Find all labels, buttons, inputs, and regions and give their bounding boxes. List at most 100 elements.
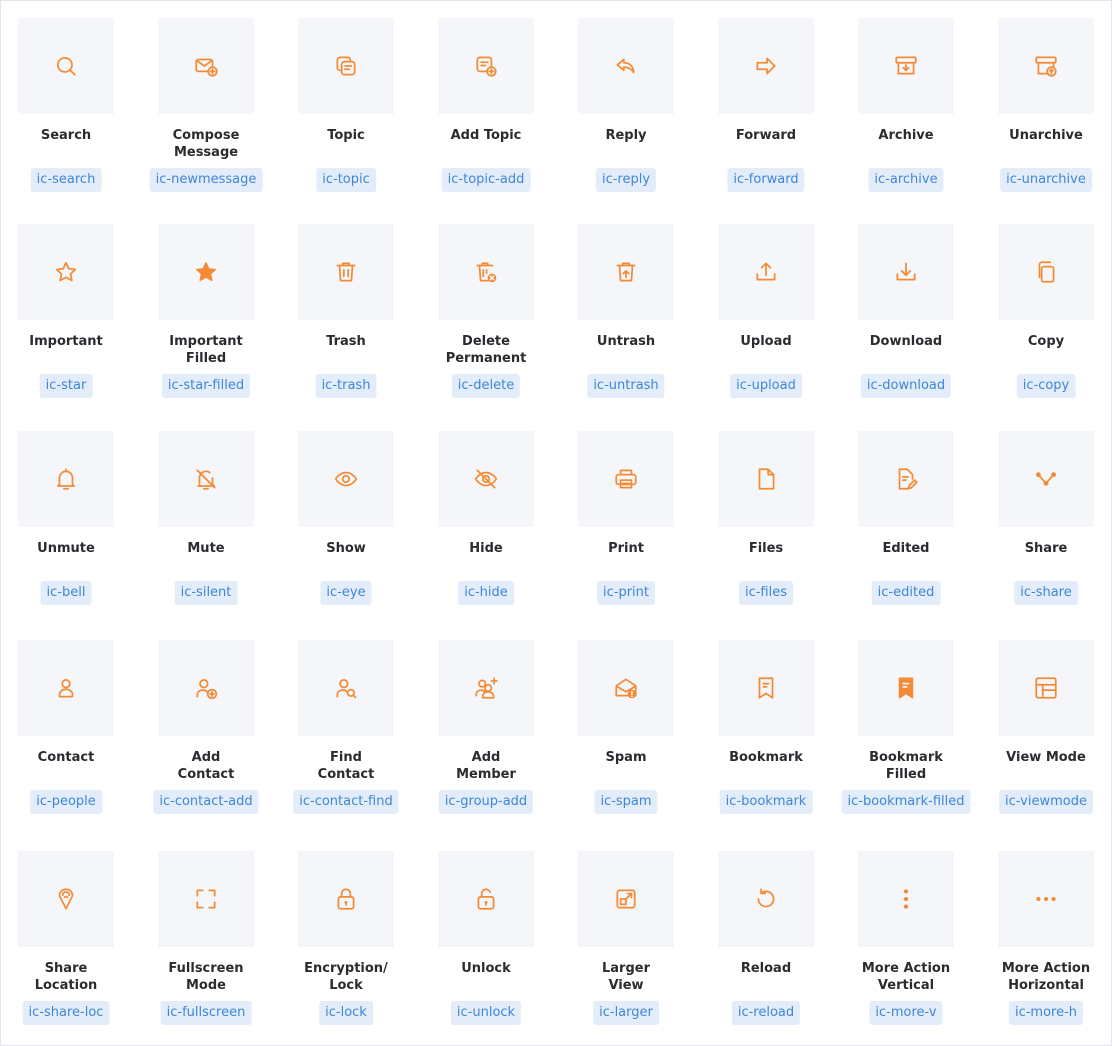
trash-icon [336, 262, 356, 282]
icon-code-tag: ic-archive [868, 168, 944, 192]
icon-label: Print [608, 541, 644, 556]
icon-tile [438, 851, 534, 947]
forward-icon [756, 57, 776, 75]
share-icon [1036, 472, 1056, 486]
icon-tile [18, 431, 114, 527]
icon-tile [578, 224, 674, 320]
icon-label: Upload [740, 334, 792, 349]
fullscreen-icon [196, 889, 216, 909]
icon-tile [298, 18, 394, 114]
icon-label: Edited [882, 541, 930, 556]
icon-tile [438, 224, 534, 320]
icon-tile [18, 224, 114, 320]
icon-label: Contact [37, 750, 95, 765]
icon-label: Unlock [461, 961, 511, 976]
icon-code-tag: ic-share-loc [22, 1001, 110, 1025]
location-icon [58, 888, 74, 910]
bell-icon [57, 468, 75, 490]
icon-code-tag: ic-topic-add [441, 168, 531, 192]
icon-tile [158, 640, 254, 736]
more-vertical-icon [903, 889, 909, 909]
icon-tile [858, 851, 954, 947]
icon-code-tag: ic-contact-find [293, 790, 399, 814]
more-horizontal-icon [1036, 896, 1056, 902]
icon-label: Reply [605, 128, 647, 143]
group-add-icon [475, 677, 498, 699]
icon-label: Unarchive [1009, 128, 1083, 143]
icon-label: Reload [740, 961, 792, 976]
lock-icon [337, 888, 355, 910]
larger-icon [616, 889, 636, 909]
icon-tile [858, 640, 954, 736]
icon-tile [18, 851, 114, 947]
icon-code-tag: ic-trash [315, 374, 377, 398]
icon-label: Bookmark [729, 750, 803, 765]
icon-tile [298, 851, 394, 947]
icon-code-tag: ic-upload [730, 374, 802, 398]
icon-code-tag: ic-delete [451, 374, 521, 398]
icon-tile [18, 640, 114, 736]
icon-tile [998, 851, 1094, 947]
viewmode-icon [1035, 677, 1057, 699]
icon-tile [298, 224, 394, 320]
reload-icon [757, 888, 775, 908]
icon-code-tag: ic-topic [316, 168, 376, 192]
icon-tile [718, 640, 814, 736]
icon-tile [158, 224, 254, 320]
icon-tile [298, 431, 394, 527]
icon-code-tag: ic-contact-add [153, 790, 259, 814]
icon-label: Forward [735, 128, 797, 143]
unlock-icon [477, 888, 495, 910]
icon-code-tag: ic-files [738, 581, 794, 605]
icon-code-tag: ic-more-v [869, 1001, 943, 1025]
icon-code-tag: ic-unlock [450, 1001, 522, 1025]
icon-code-tag: ic-forward [727, 168, 805, 192]
icon-code-tag: ic-share [1014, 581, 1078, 605]
icon-label: Download [869, 334, 943, 349]
icon-label: More Action Vertical [861, 961, 951, 993]
icon-code-tag: ic-people [30, 790, 102, 814]
icon-tile [998, 18, 1094, 114]
icon-tile [718, 851, 814, 947]
icon-code-tag: ic-star-filled [161, 374, 251, 398]
icon-code-tag: ic-lock [319, 1001, 373, 1025]
copy-icon [1038, 261, 1055, 283]
download-icon [896, 262, 916, 281]
icon-label: Untrash [596, 334, 656, 349]
icon-label: Show [326, 541, 366, 556]
icon-code-tag: ic-untrash [587, 374, 665, 398]
icon-tile [718, 224, 814, 320]
icon-label: Larger View [601, 961, 650, 993]
print-icon [615, 469, 637, 489]
delete-icon [476, 262, 497, 283]
icon-label: Add Contact [177, 750, 235, 782]
icon-label: Find Contact [317, 750, 375, 782]
icon-tile [998, 640, 1094, 736]
icon-tile [578, 851, 674, 947]
icon-tile [18, 18, 114, 114]
bell-off-icon [196, 469, 216, 490]
icon-code-tag: ic-silent [174, 581, 238, 605]
icon-code-tag: ic-bookmark-filled [841, 790, 971, 814]
icon-tile [578, 640, 674, 736]
unarchive-icon [1035, 56, 1057, 77]
icon-code-tag: ic-print [597, 581, 655, 605]
icon-code-tag: ic-viewmode [999, 790, 1093, 814]
bookmark-icon [758, 677, 774, 699]
icon-tile [718, 18, 814, 114]
icon-label: Spam [605, 750, 647, 765]
icon-code-tag: ic-hide [458, 581, 514, 605]
icon-code-tag: ic-edited [871, 581, 941, 605]
upload-icon [756, 262, 776, 281]
icon-code-tag: ic-reload [731, 1001, 801, 1025]
bookmark-filled-icon [898, 677, 914, 699]
icon-code-tag: ic-more-h [1008, 1001, 1084, 1025]
icon-code-tag: ic-bell [40, 581, 92, 605]
icon-label: Search [40, 128, 92, 143]
icon-tile [718, 431, 814, 527]
icon-tile [158, 431, 254, 527]
icon-code-tag: ic-download [860, 374, 952, 398]
icon-code-tag: ic-search [30, 168, 102, 192]
icon-code-tag: ic-fullscreen [160, 1001, 252, 1025]
archive-icon [895, 56, 917, 75]
